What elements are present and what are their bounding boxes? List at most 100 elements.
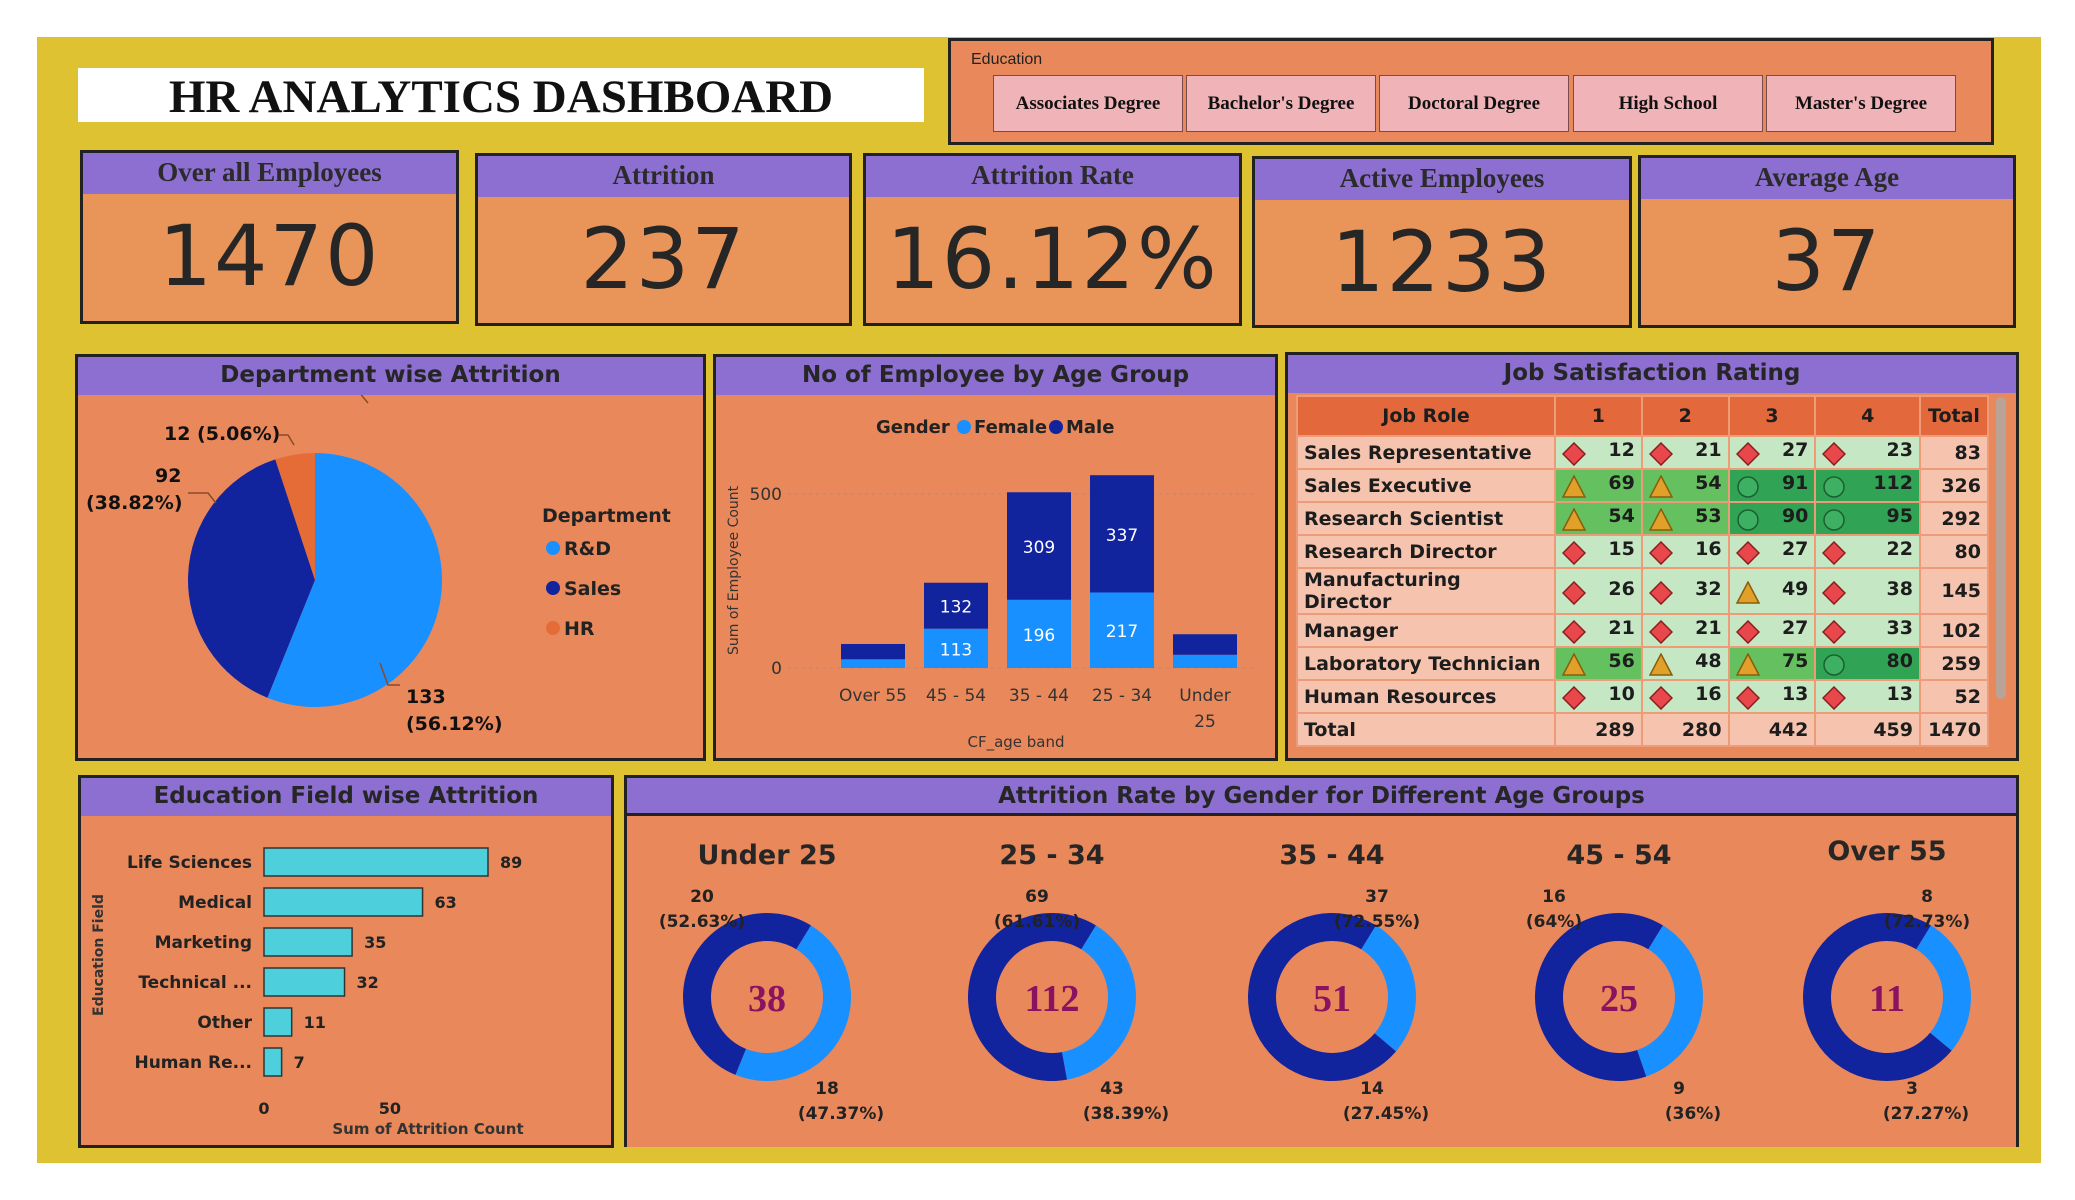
matrix-cell: 15 [1554,534,1643,569]
diamond-icon [1735,541,1760,565]
donut-segment-female[interactable] [1361,925,1416,1052]
dept-attrition-panel: Department wise Attrition 12 (5.06%) 92 … [75,354,706,761]
donut-title: 45 - 54 [1566,840,1671,871]
matrix-row[interactable]: Sales Executive 69 54 91 112 326 [1296,468,1989,503]
matrix-row[interactable]: Sales Representative 12 21 27 23 83 [1296,435,1989,470]
slicer-option-doctoral[interactable]: Doctoral Degree [1379,75,1569,132]
matrix-header-4: 4 [1814,395,1921,437]
kpi-title: Average Age [1641,158,2013,199]
matrix-cell-value: 12 [1608,439,1635,461]
diamond-icon [1562,580,1586,605]
diamond-icon [1562,620,1586,644]
job-satisfaction-matrix: Job Role 1 2 3 4 Total Sales Representative 12 2… [1296,395,1989,747]
matrix-cell: 56 [1554,646,1643,681]
diamond-icon [1648,541,1673,565]
legend-label-sales[interactable]: Sales [564,578,621,600]
triangle-icon [1562,508,1586,531]
matrix-cell: 90 [1727,501,1817,536]
donut-label-male-pct: (52.63%) [659,912,745,932]
donut-segment-female[interactable] [1916,925,1971,1051]
donut-title: 25 - 34 [999,840,1104,871]
matrix-row-total: 259 [1919,646,1989,681]
donut-label-female-count: 9 [1673,1079,1685,1099]
matrix-header-0[interactable]: Job Role [1296,395,1556,437]
age-group-bar-chart: Gender Female Male Sum of Employee Count… [726,417,1256,752]
matrix-cell-value: 21 [1608,617,1635,639]
edu-bar-5[interactable] [263,1047,283,1077]
donut-title: 35 - 44 [1279,840,1384,871]
triangle-icon [1562,653,1586,676]
data-label: 32 [357,973,379,992]
bar-female-4[interactable] [1173,654,1237,668]
matrix-header-3: 3 [1727,395,1817,437]
kpi-card-average-age: Average Age 37 [1638,155,2016,328]
edu-bar-2[interactable] [263,927,353,957]
edu-bar-3[interactable] [263,967,346,997]
matrix-cell-value: 69 [1608,472,1635,494]
diamond-icon [1822,442,1847,466]
legend-marker-rd [546,541,560,555]
matrix-row[interactable]: Research Scientist 54 53 90 95 292 [1296,501,1989,536]
donut-center-value: 38 [748,978,786,1020]
pie-label-hr: 12 (5.06%) [164,423,280,445]
matrix-cell: 22 [1814,534,1921,569]
slicer-option-bachelors[interactable]: Bachelor's Degree [1186,75,1376,132]
matrix-row[interactable]: Manager 21 21 27 33 102 [1296,613,1989,648]
matrix-header-5: Total [1919,395,1989,437]
donut-3: 45 - 54 25 16 (64%) 9 (36%) [1526,840,1721,1124]
pie-label-rd-pct: (56.12%) [406,713,503,735]
kpi-card-attrition-rate: Attrition Rate 16.12% [863,153,1242,326]
donut-label-male-pct: (72.55%) [1334,912,1420,932]
donut-label-male-count: 20 [690,887,714,907]
kpi-title: Over all Employees [83,153,456,194]
matrix-cell-value: 16 [1695,538,1722,560]
slicer-option-high-school[interactable]: High School [1573,75,1763,132]
slicer-option-associates[interactable]: Associates Degree [993,75,1183,132]
matrix-total-label: Total [1296,712,1556,747]
y-tick-label: 0 [771,659,782,679]
matrix-cell: 16 [1640,679,1730,714]
diamond-icon [1822,620,1847,644]
bar-male-4[interactable] [1173,634,1237,655]
donut-center-value: 25 [1600,978,1638,1020]
legend-label-male[interactable]: Male [1066,417,1114,438]
matrix-row-total: 292 [1919,501,1989,536]
donut-label-male-count: 16 [1542,887,1566,907]
matrix-cell: 26 [1554,567,1643,615]
circle-icon [1736,476,1759,498]
legend-label-rd[interactable]: R&D [564,538,611,560]
legend-label-female[interactable]: Female [974,417,1047,438]
donut-title: Under 25 [697,840,836,871]
matrix-cell: 38 [1814,567,1921,615]
edu-bar-0[interactable] [263,847,489,877]
edu-bar-4[interactable] [263,1007,293,1037]
matrix-scrollbar[interactable] [1996,397,2006,699]
matrix-row[interactable]: Human Resources 10 16 13 13 52 [1296,679,1989,714]
matrix-row-label: Human Resources [1296,679,1556,714]
diamond-icon [1648,580,1673,605]
legend-label-hr[interactable]: HR [564,618,595,640]
edu-bar-1[interactable] [263,887,424,917]
x-tick-label: 45 - 54 [926,686,986,706]
matrix-cell: 27 [1727,613,1817,648]
donut-center-value: 51 [1313,978,1351,1020]
panel-title: Attrition Rate by Gender for Different A… [627,778,2016,816]
matrix-total-row: Total 289 280 442 459 1470 [1296,712,1989,747]
matrix-cell-value: 32 [1695,577,1722,600]
matrix-row[interactable]: Research Director 15 16 27 22 80 [1296,534,1989,569]
donut-center-value: 112 [1025,978,1080,1020]
diamond-icon [1562,442,1586,466]
donut-2: 35 - 44 51 37 (72.55%) 14 (27.45%) [1248,840,1429,1124]
donut-label-female-count: 43 [1100,1079,1124,1099]
matrix-row[interactable]: Manufacturing Director 26 32 49 38 145 [1296,567,1989,615]
bar-male-0[interactable] [841,643,905,660]
slicer-option-masters[interactable]: Master's Degree [1766,75,1956,132]
matrix-cell: 53 [1640,501,1730,536]
matrix-cell-value: 56 [1608,650,1635,672]
matrix-row[interactable]: Laboratory Technician 56 48 75 80 259 [1296,646,1989,681]
triangle-icon [1735,653,1760,676]
dashboard-title: HR ANALYTICS DASHBOARD [78,68,924,123]
y-tick-label: 500 [750,485,782,505]
kpi-title: Attrition Rate [866,156,1239,197]
bar-female-0[interactable] [841,659,905,668]
